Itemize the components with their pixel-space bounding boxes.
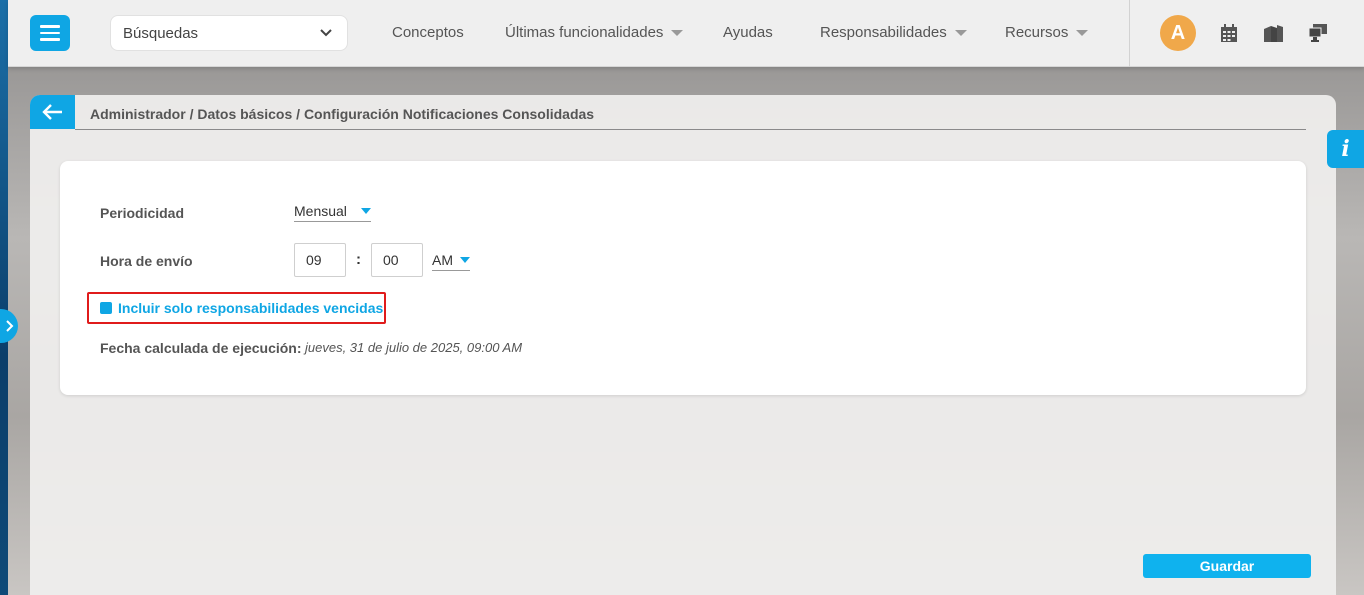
periodicity-select[interactable]: Mensual <box>294 202 371 222</box>
overdue-only-checkbox[interactable]: Incluir solo responsabilidades vencidas <box>87 292 386 324</box>
topbar-divider <box>1129 0 1130 67</box>
nav-responsabilidades[interactable]: Responsabilidades <box>820 24 967 41</box>
avatar[interactable]: A <box>1160 15 1196 51</box>
menu-line-icon <box>40 31 60 35</box>
nav-ultimas-funcionalidades[interactable]: Últimas funcionalidades <box>505 24 684 41</box>
minute-input[interactable]: 00 <box>371 243 423 277</box>
top-navigation-bar: Búsquedas Conceptos Últimas funcionalida… <box>8 0 1364 67</box>
breadcrumb: Administrador / Datos básicos / Configur… <box>90 106 595 122</box>
periodicity-label: Periodicidad <box>100 205 185 221</box>
nav-label: Últimas funcionalidades <box>505 24 664 41</box>
breadcrumb-divider <box>75 129 1306 130</box>
search-select-value: Búsquedas <box>123 24 199 42</box>
menu-line-icon <box>40 25 60 28</box>
back-button[interactable] <box>30 95 75 129</box>
search-select[interactable]: Búsquedas <box>110 15 348 51</box>
caret-down-icon <box>460 256 470 263</box>
nav-ayudas[interactable]: Ayudas <box>723 24 773 41</box>
nav-label: Responsabilidades <box>820 24 947 41</box>
menu-line-icon <box>40 38 60 41</box>
caret-down-icon <box>954 29 967 36</box>
documents-icon[interactable] <box>1262 22 1284 44</box>
info-button[interactable]: i <box>1327 130 1364 168</box>
hour-input[interactable]: 09 <box>294 243 346 277</box>
hamburger-menu-button[interactable] <box>30 15 70 51</box>
arrow-left-icon <box>41 104 62 120</box>
nav-recursos[interactable]: Recursos <box>1005 24 1089 41</box>
settings-card <box>60 161 1306 395</box>
monitor-icon[interactable] <box>1307 22 1329 44</box>
nav-conceptos[interactable]: Conceptos <box>392 24 464 41</box>
side-panel-toggle[interactable] <box>0 309 18 343</box>
time-separator: : <box>356 251 361 268</box>
nav-label: Conceptos <box>392 24 464 41</box>
calc-date-value: jueves, 31 de julio de 2025, 09:00 AM <box>305 340 523 355</box>
nav-label: Recursos <box>1005 24 1069 41</box>
chevron-down-icon <box>320 29 332 37</box>
caret-down-icon <box>1076 29 1089 36</box>
chevron-right-icon <box>6 320 14 332</box>
ampm-value: AM <box>432 251 453 268</box>
checkbox-icon[interactable] <box>100 302 112 314</box>
calendar-icon[interactable] <box>1218 22 1240 44</box>
ampm-select[interactable]: AM <box>432 251 470 271</box>
checkbox-label: Incluir solo responsabilidades vencidas <box>118 300 384 316</box>
caret-down-icon <box>671 29 684 36</box>
nav-label: Ayudas <box>723 24 773 41</box>
periodicity-value: Mensual <box>294 202 347 219</box>
calc-date-label: Fecha calculada de ejecución: <box>100 340 302 356</box>
send-time-label: Hora de envío <box>100 253 193 269</box>
save-button[interactable]: Guardar <box>1143 554 1311 578</box>
caret-down-icon <box>361 207 371 214</box>
left-edge-strip <box>0 0 8 595</box>
